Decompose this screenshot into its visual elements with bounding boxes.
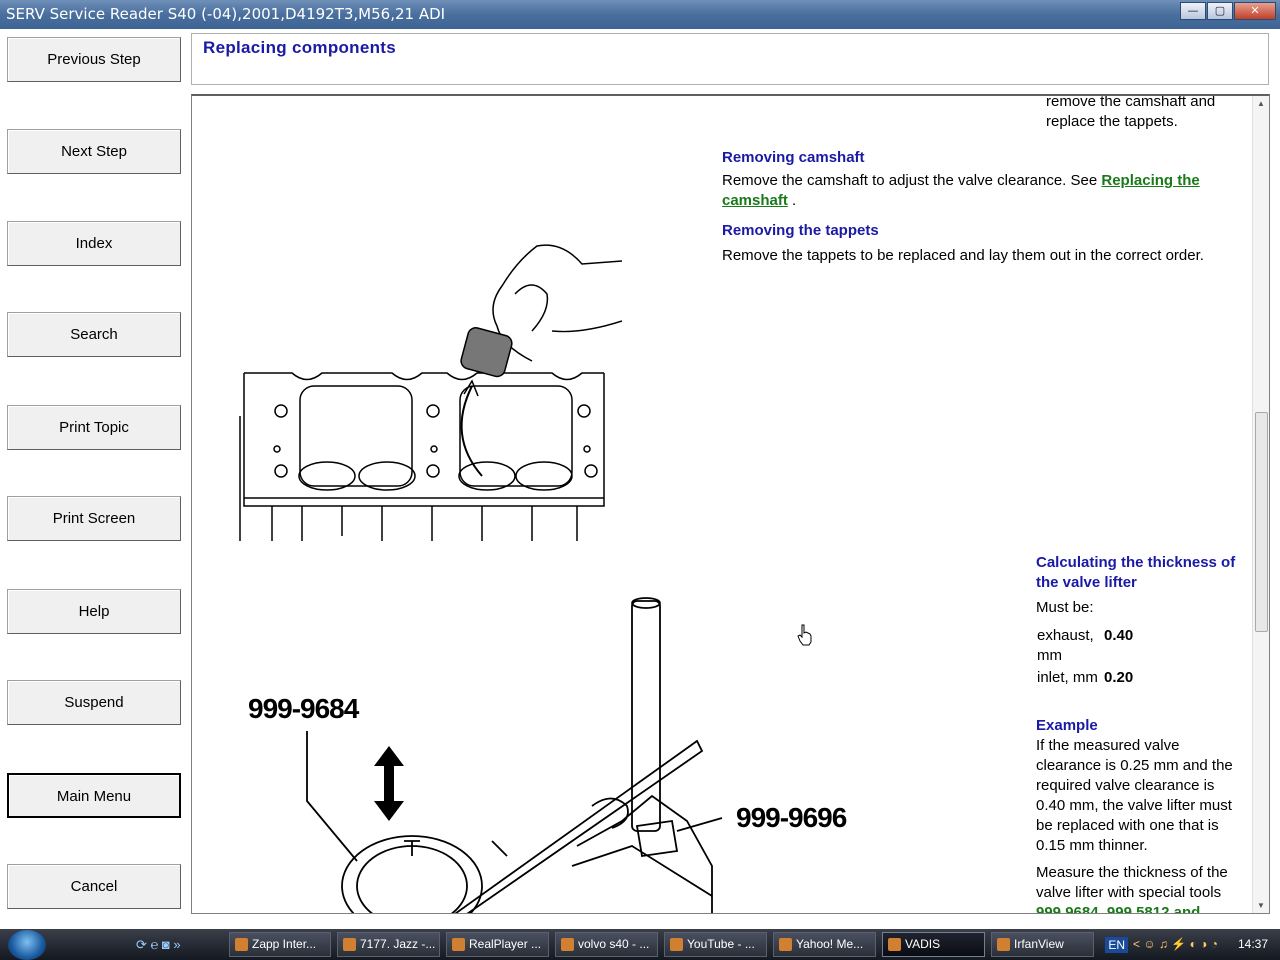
taskbar-item-jazz[interactable]: 7177. Jazz -... [337,932,440,957]
taskbar-item-vadis[interactable]: VADIS [882,932,985,957]
taskbar-item-realplayer[interactable]: RealPlayer ... [446,932,549,957]
tool-label-999-9696: 999-9696 [736,802,847,833]
taskbar-item-zapp[interactable]: Zapp Inter... [229,932,331,957]
index-button[interactable]: Index [7,221,181,266]
minimize-button[interactable]: — [1180,2,1206,20]
calc-heading: Calculating the thickness of the valve l… [1036,554,1236,591]
example-heading: Example [1036,717,1098,734]
taskbar: ⟳ ℮ ◙ » Zapp Inter... 7177. Jazz -... Re… [0,929,1280,960]
removing-tappets-text: Remove the tappets to be replaced and la… [722,247,1204,264]
window-title: SERV Service Reader S40 (-04),2001,D4192… [6,5,446,23]
page-title: Replacing components [203,38,397,57]
help-button[interactable]: Help [7,589,181,634]
cylinder-head-illustration [239,244,622,541]
inlet-value: 0.20 [1104,669,1134,686]
cancel-button[interactable]: Cancel [7,864,181,909]
removing-camshaft-heading: Removing camshaft [722,149,865,166]
window-titlebar: SERV Service Reader S40 (-04),2001,D4192… [0,0,1280,29]
vertical-scrollbar[interactable]: ▲ ▼ [1252,96,1269,913]
tray-icons[interactable]: < ☺ ♫ ⚡ ◐ ◑ ◔ [1133,929,1218,960]
print-topic-button[interactable]: Print Topic [7,405,181,450]
previous-step-button[interactable]: Previous Step [7,37,181,82]
tool-label-999-9684: 999-9684 [248,693,359,724]
intro-text-line1: remove the camshaft and [1046,94,1216,110]
next-step-button[interactable]: Next Step [7,129,181,174]
close-button[interactable]: ✕ [1234,2,1276,20]
intro-text-line2: replace the tappets. [1046,113,1178,130]
exhaust-label: exhaust, mm [1037,627,1094,664]
maximize-button[interactable]: ▢ [1207,2,1233,20]
removing-camshaft-text: Remove the camshaft to adjust the valve … [722,172,1200,209]
measure-text: Measure the thickness of the valve lifte… [1036,864,1228,901]
dial-gauge-illustration [306,597,723,913]
quick-launch-icons[interactable]: ⟳ ℮ ◙ » [136,937,181,953]
taskbar-item-irfanview[interactable]: IrfanView [991,932,1094,957]
taskbar-item-youtube[interactable]: YouTube - ... [664,932,767,957]
taskbar-item-volvo[interactable]: volvo s40 - ... [555,932,658,957]
print-screen-button[interactable]: Print Screen [7,496,181,541]
example-text: If the measured valve clearance is 0.25 … [1036,737,1233,854]
special-tools-link[interactable]: 999 9684, 999 5812 and [1036,903,1246,913]
scroll-down-arrow-icon[interactable]: ▼ [1257,901,1265,910]
topic-header: Replacing components [191,33,1269,85]
search-button[interactable]: Search [7,312,181,357]
exhaust-value: 0.40 [1104,627,1134,644]
clock[interactable]: 14:37 [1238,929,1268,960]
sidebar: Previous Step Next Step Index Search Pri… [0,29,190,920]
inlet-label: inlet, mm [1037,669,1098,686]
hand-cursor-icon [797,624,812,646]
scrollbar-thumb[interactable] [1255,412,1268,632]
removing-tappets-heading: Removing the tappets [722,222,879,239]
must-be-text: Must be: [1036,599,1094,616]
main-menu-button[interactable]: Main Menu [7,773,181,818]
document-pane[interactable]: 999-9684 999-9696 remove the camshaft an… [191,94,1270,914]
language-indicator[interactable]: EN [1105,937,1128,953]
scroll-up-arrow-icon[interactable]: ▲ [1257,99,1265,108]
suspend-button[interactable]: Suspend [7,680,181,725]
taskbar-item-yahoo[interactable]: Yahoo! Me... [773,932,876,957]
start-button[interactable] [8,930,46,960]
